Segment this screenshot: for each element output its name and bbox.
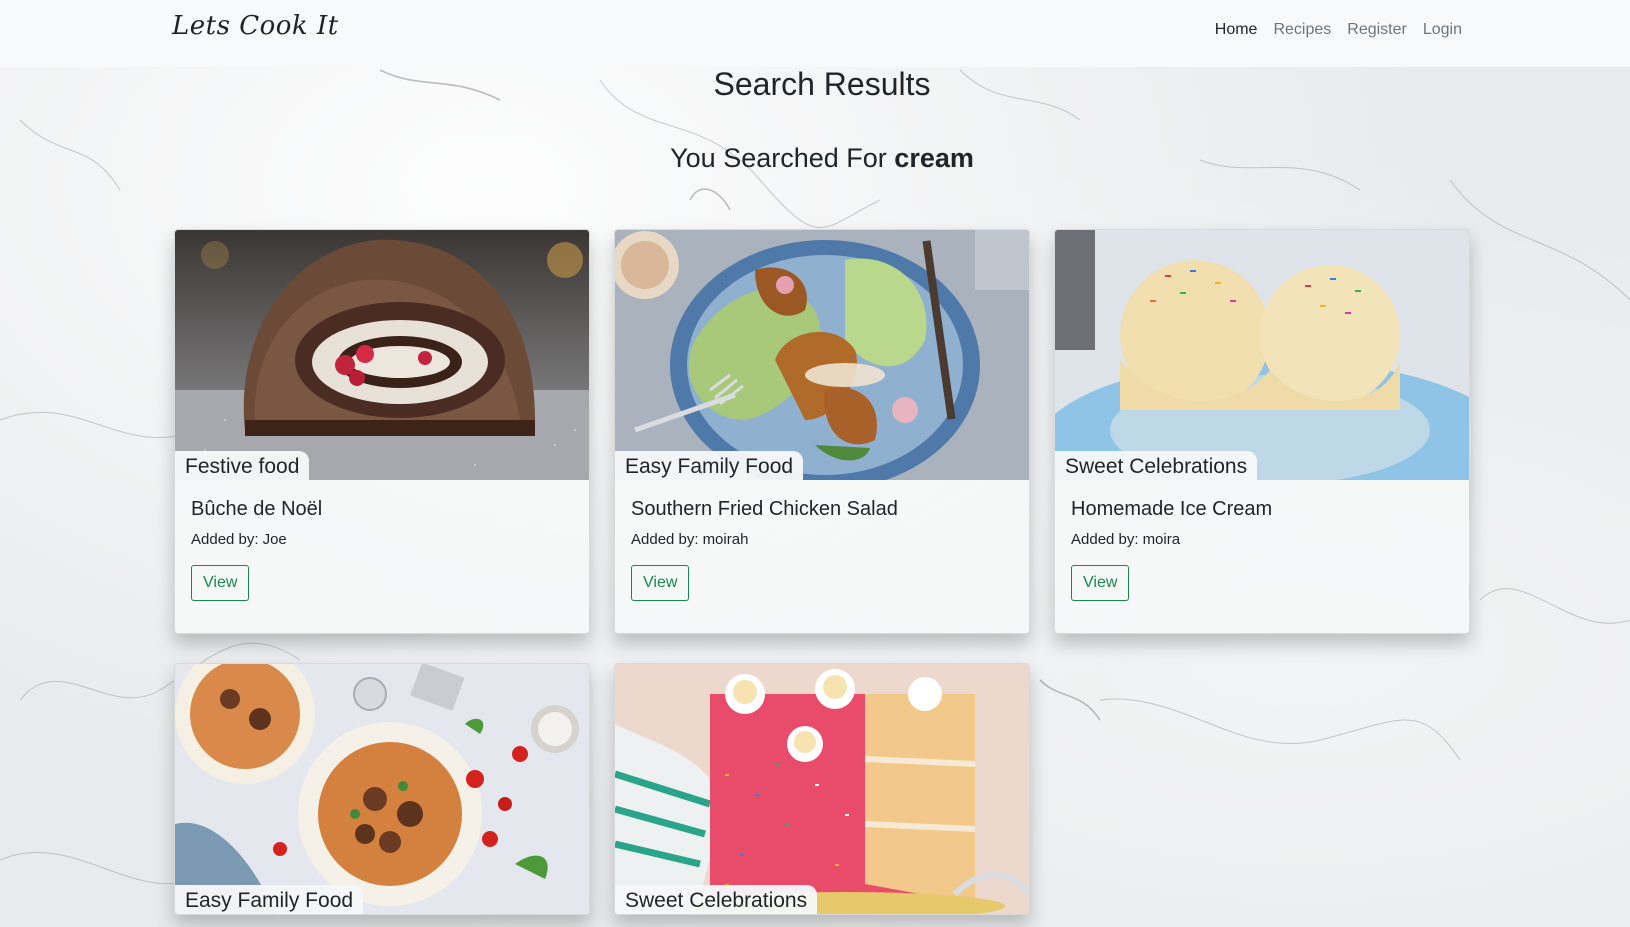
recipe-author: Added by: moirah (631, 531, 749, 548)
card-body: Southern Fried Chicken Salad Added by: mo… (615, 480, 1029, 633)
recipe-card: Festive food Bûche de Noël Added by: Joe … (174, 229, 590, 634)
recipe-title: Homemade Ice Cream (1071, 498, 1273, 520)
card-body: Bûche de Noël Added by: Joe View (175, 480, 589, 633)
recipe-card: Sweet Celebrations Homemade Ice Cream Ad… (1054, 229, 1470, 634)
recipe-card: Sweet Celebrations (614, 663, 1030, 915)
recipe-image: Sweet Celebrations (1055, 230, 1469, 480)
nav-links: Home Recipes Register Login (1215, 21, 1462, 39)
nav-home[interactable]: Home (1215, 21, 1258, 39)
navbar: Lets Cook It Home Recipes Register Login (0, 0, 1630, 67)
recipe-author: Added by: Joe (191, 531, 287, 548)
recipe-image: Easy Family Food (615, 230, 1029, 480)
recipe-title: Southern Fried Chicken Salad (631, 498, 898, 520)
nav-login[interactable]: Login (1423, 21, 1462, 39)
search-query: cream (894, 143, 974, 173)
category-tag: Sweet Celebrations (615, 885, 818, 914)
category-tag: Sweet Celebrations (1055, 451, 1258, 480)
view-button[interactable]: View (1071, 565, 1130, 601)
page-title: Search Results (713, 66, 931, 102)
recipe-image: Festive food (175, 230, 589, 480)
recipe-image: Sweet Celebrations (615, 664, 1029, 914)
card-body: Homemade Ice Cream Added by: moira View (1055, 480, 1469, 633)
recipe-card: Easy Family Food (174, 663, 590, 915)
recipe-title: Bûche de Noël (191, 498, 323, 520)
nav-register[interactable]: Register (1347, 21, 1407, 39)
recipe-card: Easy Family Food Southern Fried Chicken … (614, 229, 1030, 634)
recipe-image: Easy Family Food (175, 664, 589, 914)
search-summary: You Searched For cream (0, 143, 1630, 174)
view-button[interactable]: View (631, 565, 690, 601)
recipe-author: Added by: moira (1071, 531, 1181, 548)
search-prefix: You Searched For (670, 143, 887, 173)
view-button[interactable]: View (191, 565, 250, 601)
nav-recipes[interactable]: Recipes (1273, 21, 1331, 39)
brand-logo[interactable]: Lets Cook It (172, 11, 339, 41)
category-tag: Easy Family Food (615, 451, 804, 480)
category-tag: Easy Family Food (175, 885, 364, 914)
category-tag: Festive food (175, 451, 310, 480)
